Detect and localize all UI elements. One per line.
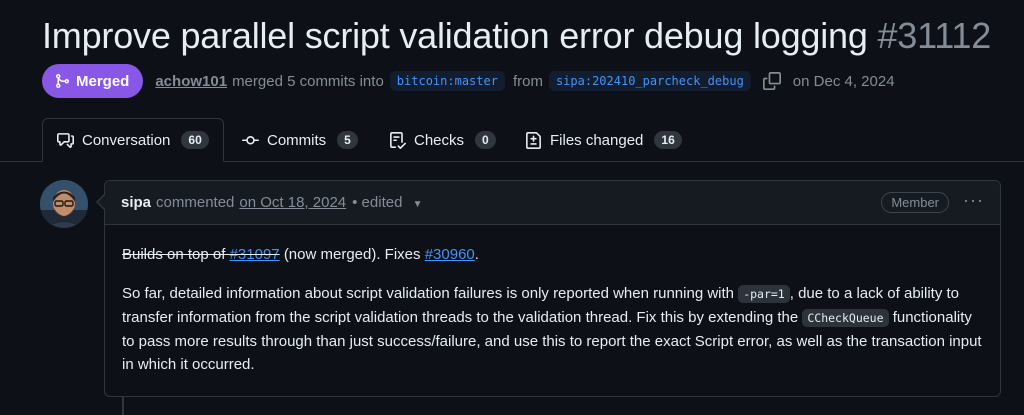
avatar[interactable] [40,180,88,228]
tab-conversation[interactable]: Conversation 60 [42,118,224,162]
tab-checks-label: Checks [414,131,465,149]
file-diff-icon [526,131,541,149]
timeline-line [122,396,124,415]
inline-code-par: -par=1 [738,285,790,303]
issue-link-30960[interactable]: #30960 [425,246,475,263]
tab-checks[interactable]: Checks 0 [389,118,496,162]
comment-header: sipa commented on Oct 18, 2024 • edited … [96,181,1000,225]
author-link[interactable]: achow101 [155,73,227,90]
merged-status-badge: Merged [42,64,144,98]
conversation-icon [57,132,74,148]
tab-commits-count: 5 [337,131,358,149]
avatar-image [40,180,88,228]
pr-title: Improve parallel script validation error… [42,15,868,56]
comment-paragraph-1: Builds on top of #31097 (now merged). Fi… [122,243,984,266]
merge-date: on Dec 4, 2024 [792,72,895,90]
pr-meta: Merged achow101 merged 5 commits into bi… [42,64,895,98]
kebab-horizontal-icon[interactable]: ··· [963,191,984,211]
tab-conversation-label: Conversation [82,131,171,149]
from-text: from [512,72,543,90]
tab-files-changed[interactable]: Files changed 16 [525,118,682,162]
tab-files-changed-count: 16 [654,131,682,149]
comment-body: Builds on top of #31097 (now merged). Fi… [105,225,1000,376]
comment-date[interactable]: on Oct 18, 2024 [239,194,346,211]
pr-number: #31112 [877,15,992,56]
copy-icon[interactable] [762,72,781,90]
inline-code-ccheckqueue: CCheckQueue [802,309,889,327]
caret-down-icon: ▼ [412,199,423,210]
tab-commits[interactable]: Commits 5 [242,118,358,162]
comment-header-actions: Member ··· [881,191,984,213]
checks-icon [390,131,406,149]
paragraph-1-end: . [474,246,479,263]
issue-link-31097[interactable]: #31097 [230,246,280,263]
tab-checks-count: 0 [475,131,496,149]
base-branch[interactable]: bitcoin:master [389,71,505,91]
tab-commits-label: Commits [267,131,327,149]
comment-paragraph-2: So far, detailed information about scrip… [122,282,984,376]
comment-arrow-fill [98,195,105,209]
commit-icon [242,135,259,144]
comment-action: commented [156,194,235,211]
pr-tabs: Conversation 60 Commits 5 Checks 0 Files… [0,118,1024,162]
paragraph-2-part-a: So far, detailed information about scrip… [122,285,735,302]
member-badge: Member [881,192,950,213]
head-branch[interactable]: sipa:202410_parcheck_debug [548,71,751,91]
edited-label: • edited [352,194,403,211]
paragraph-1-middle: (now merged). Fixes [283,246,421,263]
tab-conversation-count: 60 [181,131,209,149]
git-merge-icon [56,74,70,88]
merged-label: Merged [76,72,130,90]
merged-text: merged 5 commits into [232,72,384,90]
tab-files-changed-label: Files changed [550,131,644,149]
edited-indicator[interactable]: • edited ▼ [352,194,422,211]
comment: sipa commented on Oct 18, 2024 • edited … [96,180,1001,397]
page-title: Improve parallel script validation error… [42,14,991,58]
strikethrough-text: Builds on top of #31097 [122,246,280,263]
comment-author[interactable]: sipa [121,194,151,211]
